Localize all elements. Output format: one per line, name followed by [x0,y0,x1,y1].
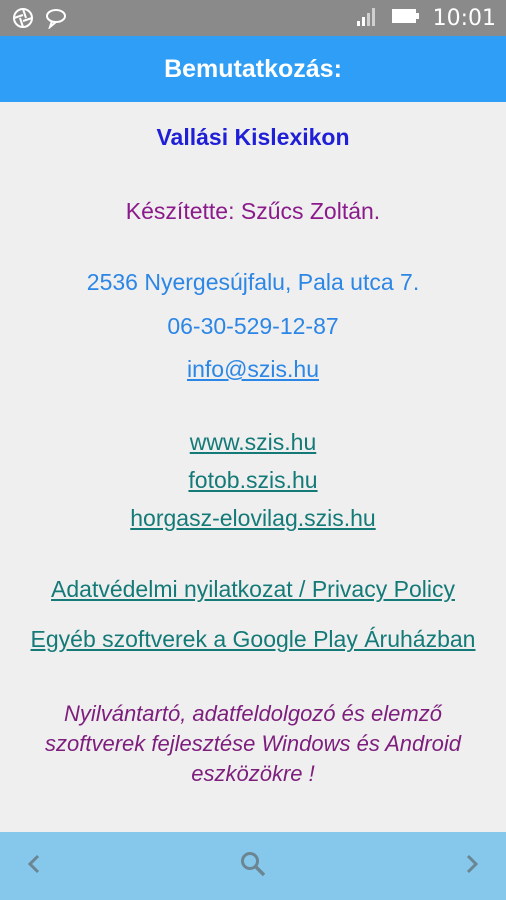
about-content: Vallási Kislexikon Készítette: Szűcs Zol… [0,102,506,832]
status-bar: 10:01 [0,0,506,36]
slogan-body: Nyilvántartó, adatfeldolgozó és elemző s… [45,701,461,786]
chevron-right-icon [464,853,480,880]
privacy-policy-link[interactable]: Adatvédelmi nyilatkozat / Privacy Policy [0,576,506,603]
previous-button[interactable] [14,846,54,886]
search-icon [239,850,267,883]
battery-icon [391,7,421,30]
status-right-icons: 10:01 [355,5,496,32]
status-time: 10:01 [432,6,496,31]
signal-icon [355,5,379,32]
email-link[interactable]: info@szis.hu [0,356,506,383]
next-button[interactable] [452,846,492,886]
google-play-link[interactable]: Egyéb szoftverek a Google Play Áruházban [0,626,506,653]
slogan-text: Nyilvántartó, adatfeldolgozó és elemző s… [0,699,506,789]
app-title: Vallási Kislexikon [156,124,350,150]
status-left-icons [12,7,68,34]
camera-shutter-icon [12,7,34,34]
website-link-horgasz[interactable]: horgasz-elovilag.szis.hu [0,505,506,532]
address-text: 2536 Nyergesújfalu, Pala utca 7. [86,269,420,295]
author-text: Készítette: Szűcs Zoltán. [125,198,381,224]
phone-number[interactable]: 06-30-529-12-87 [0,313,506,340]
page-header: Bemutatkozás: [0,36,506,102]
chevron-left-icon [26,853,42,880]
website-link-fotob[interactable]: fotob.szis.hu [0,467,506,494]
chat-bubble-icon [44,7,68,34]
bottom-nav-bar [0,832,506,900]
website-link-szis[interactable]: www.szis.hu [0,429,506,456]
search-button[interactable] [233,846,273,886]
page-title: Bemutatkozás: [164,55,342,83]
